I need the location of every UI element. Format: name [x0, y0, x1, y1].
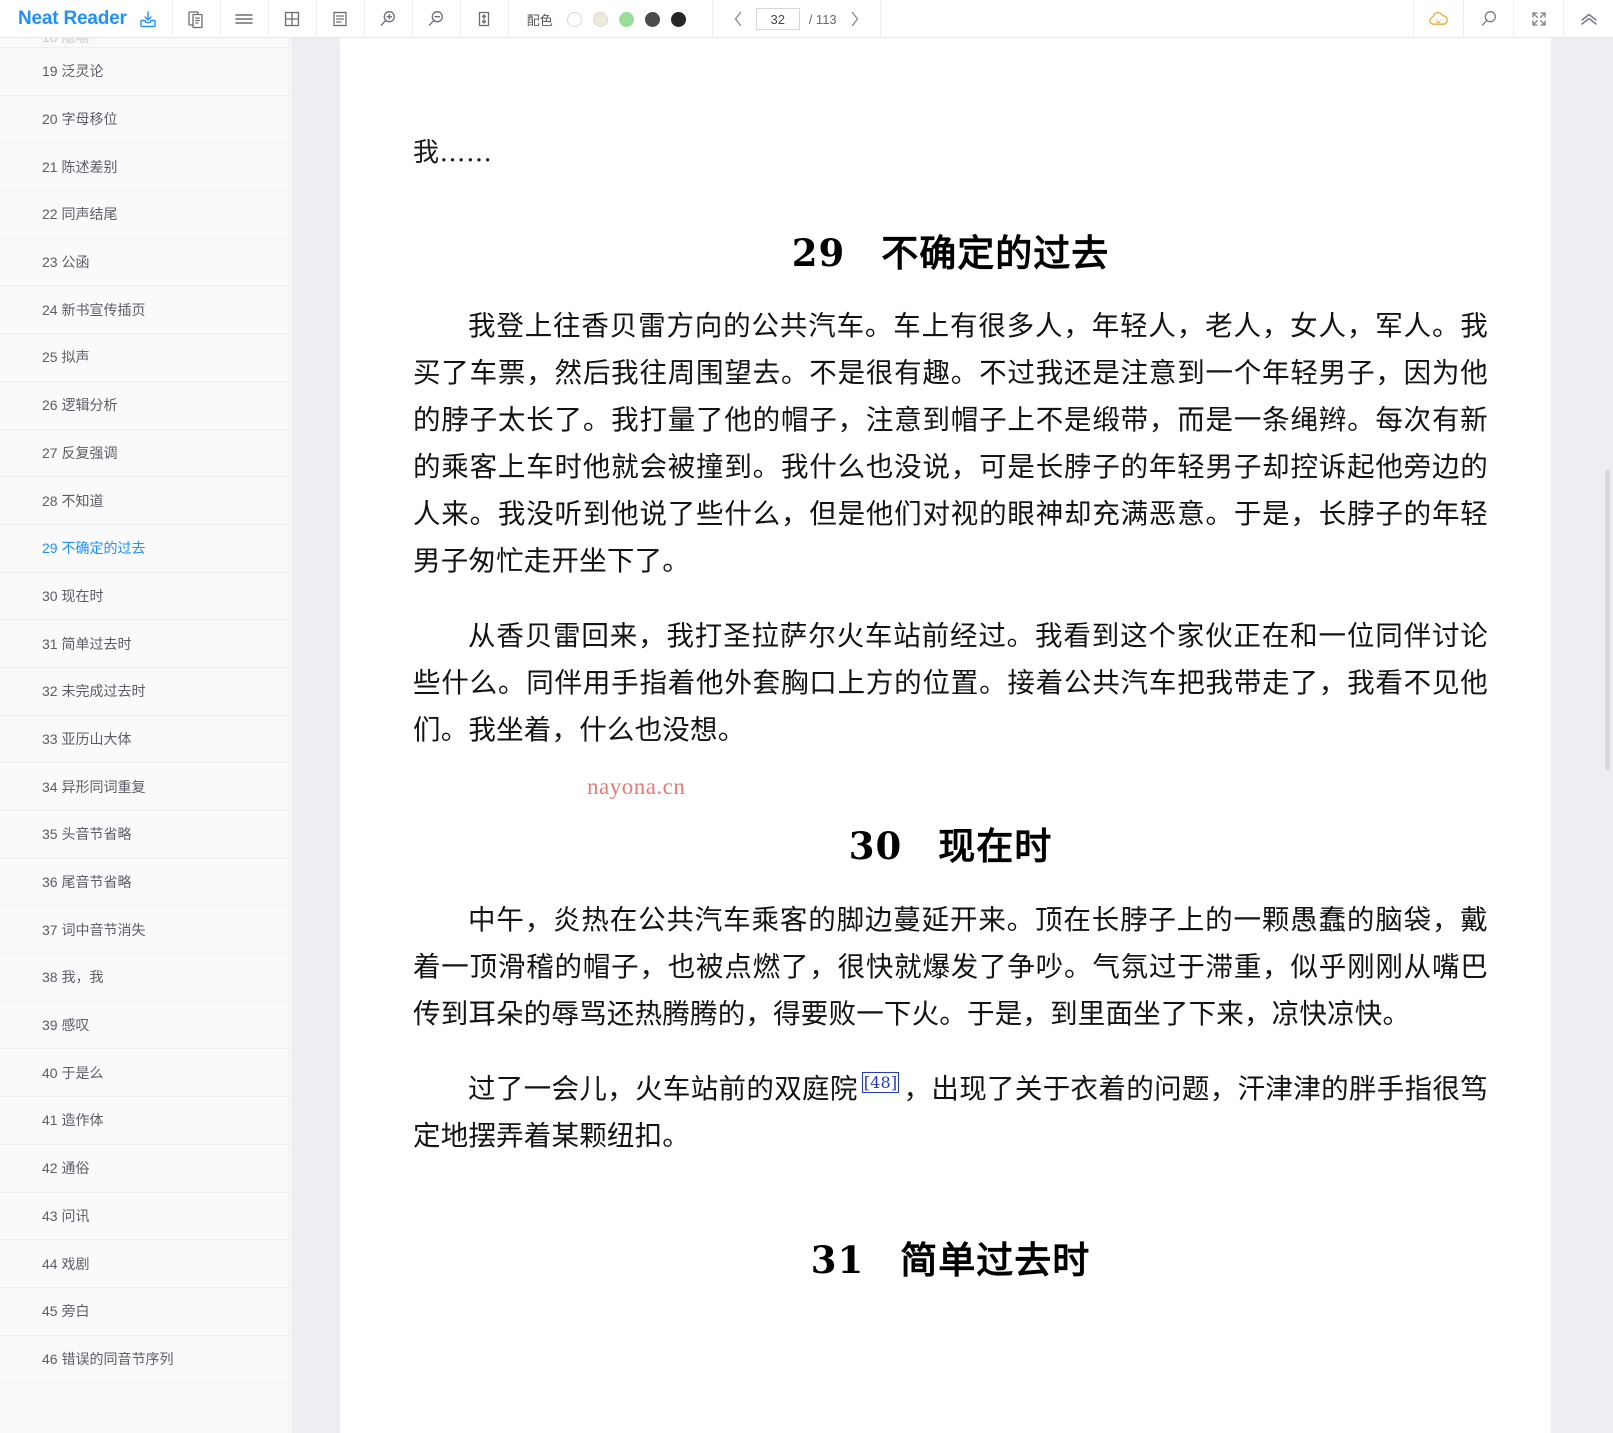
- paragraph-29-1: 我登上往香贝雷方向的公共汽车。车上有很多人，年轻人，老人，女人，军人。我买了车票…: [413, 310, 1488, 578]
- sidebar-item-25[interactable]: 25 拟声: [0, 334, 289, 382]
- toc-list-icon: [233, 9, 255, 29]
- sidebar-item-32[interactable]: 32 未完成过去时: [0, 668, 289, 716]
- collapse-toolbar-button[interactable]: [1563, 0, 1613, 38]
- zoom-in-icon: [377, 8, 399, 30]
- section-number-30: 30: [848, 824, 903, 869]
- color-swatch-sepia[interactable]: [592, 11, 608, 27]
- watermark: nayona.cn: [587, 774, 686, 799]
- sidebar-item-43[interactable]: 43 问讯: [0, 1193, 289, 1241]
- sidebar-item-22[interactable]: 22 同声结尾: [0, 191, 289, 239]
- sidebar-item-33[interactable]: 33 亚历山大体: [0, 716, 289, 764]
- page-content: 我…… 29 不确定的过去 我登上往香贝雷方向的公共汽车。车上有很多人，年轻人，老…: [340, 132, 1551, 1282]
- zoom-in-button[interactable]: [363, 0, 412, 38]
- section-number-29: 29: [791, 231, 846, 275]
- page-navigation: / 113: [711, 0, 881, 38]
- sidebar-item-28[interactable]: 28 不知道: [0, 477, 289, 525]
- zoom-out-button[interactable]: [411, 0, 460, 38]
- toc-list: 19 泛灵论 20 字母移位 21 陈述差别 22 同声结尾 23 公函 24 新书宣传插…: [0, 48, 289, 1384]
- section-title-31: 简单过去时: [900, 1237, 1091, 1282]
- color-swatch-green[interactable]: [618, 11, 634, 27]
- color-scheme-group: 配色: [507, 0, 700, 38]
- sidebar-item-35[interactable]: 35 头音节省略: [0, 811, 289, 859]
- paragraph-30-1: 中午，炎热在公共汽车乘客的脚边蔓延开来。顶在长脖子上的一颗愚蠢的脑袋，戴着一顶滑…: [413, 903, 1488, 1030]
- right-page-gutter: [1551, 38, 1613, 1433]
- footnote-marker-48[interactable]: [48]: [861, 1071, 900, 1093]
- total-pages-label: / 113: [808, 11, 837, 27]
- zoom-out-icon: [425, 8, 447, 30]
- search-icon: [1478, 8, 1500, 30]
- sidebar-item-45[interactable]: 45 旁白: [0, 1288, 289, 1336]
- sidebar-item-21[interactable]: 21 陈述差别: [0, 143, 289, 192]
- sidebar-item-42[interactable]: 42 通俗: [0, 1145, 289, 1193]
- paragraph-30-2-before: 过了一会儿，火车站前的双庭院: [468, 1072, 858, 1105]
- sidebar-item-36[interactable]: 36 尾音节省略: [0, 859, 289, 907]
- sidebar-item-27[interactable]: 27 反复强调: [0, 430, 289, 478]
- line-spacing-button[interactable]: [459, 0, 508, 38]
- single-column-button[interactable]: [315, 0, 364, 38]
- search-button[interactable]: [1463, 0, 1513, 38]
- section-number-31: 31: [810, 1237, 865, 1282]
- duplicate-page-icon-button[interactable]: [171, 0, 220, 38]
- table-of-contents-sidebar[interactable]: 18 隐喻 19 泛灵论20 字母移位21 陈述差别22 同声结尾23 公函24…: [0, 38, 290, 1433]
- sidebar-item-31[interactable]: 31 简单过去时: [0, 620, 289, 668]
- app-title: Neat Reader: [18, 7, 127, 29]
- top-toolbar: Neat Reader 配色 32 / 113: [0, 0, 1613, 38]
- current-page-input[interactable]: [755, 8, 800, 30]
- next-page-button[interactable]: [846, 8, 864, 30]
- cloud-sync-icon: [1427, 8, 1451, 30]
- color-swatch-dark-gray[interactable]: [644, 11, 660, 27]
- sidebar-item-37[interactable]: 37 词中音节消失: [0, 906, 289, 955]
- fragment-line: 我……: [413, 138, 493, 168]
- section-heading-29: 29 不确定的过去: [413, 231, 1488, 275]
- paragraph-30-2: 过了一会儿，火车站前的双庭院 [48] ，出现了关于衣着的问题，汗津津的胖手指很笃定…: [413, 1066, 1488, 1160]
- line-spacing-icon: [474, 9, 494, 29]
- save-to-bookshelf-icon[interactable]: [138, 9, 158, 29]
- previous-page-button[interactable]: [729, 8, 747, 30]
- section-heading-30: 30 现在时: [413, 824, 1488, 868]
- sidebar-item-38[interactable]: 38 我，我: [0, 954, 289, 1002]
- sidebar-item-44[interactable]: 44 戏剧: [0, 1240, 289, 1288]
- sidebar-item-39[interactable]: 39 感叹: [0, 1002, 289, 1050]
- color-scheme-label: 配色: [526, 12, 553, 28]
- sidebar-item-23[interactable]: 23 公函: [0, 239, 289, 287]
- left-page-gutter: [291, 38, 340, 1433]
- grid-layout-button[interactable]: [267, 0, 316, 38]
- reader-page: 我…… 29 不确定的过去 我登上往香贝雷方向的公共汽车。车上有很多人，年轻人，老…: [340, 38, 1551, 1433]
- collapse-chevron-up-icon: [1578, 9, 1600, 29]
- sidebar-item-30[interactable]: 30 现在时: [0, 573, 289, 621]
- sidebar-item-29[interactable]: 29 不确定的过去: [0, 525, 289, 573]
- sidebar-item-20[interactable]: 20 字母移位: [0, 96, 289, 144]
- section-title-29: 不确定的过去: [881, 231, 1110, 275]
- sidebar-item-46[interactable]: 46 错误的同音节序列: [0, 1336, 289, 1384]
- color-swatch-white[interactable]: [566, 11, 582, 27]
- grid-layout-icon: [282, 9, 302, 29]
- brand-area: Neat Reader: [0, 0, 172, 37]
- fullscreen-button[interactable]: [1513, 0, 1563, 38]
- sidebar-item-41[interactable]: 41 造作体: [0, 1097, 289, 1145]
- vertical-scrollbar[interactable]: [1605, 470, 1610, 770]
- section-heading-31: 31 简单过去时: [413, 1238, 1488, 1282]
- paragraph-29-2: 从香贝雷回来，我打圣拉萨尔火车站前经过。我看到这个家伙正在和一位同伴讨论些什么。…: [413, 620, 1488, 747]
- section-title-30: 现在时: [938, 824, 1053, 869]
- sidebar-item-40[interactable]: 40 于是么: [0, 1049, 289, 1098]
- cloud-sync-button[interactable]: [1413, 0, 1463, 38]
- sidebar-item-19[interactable]: 19 泛灵论: [0, 48, 289, 96]
- color-swatch-black[interactable]: [670, 11, 686, 27]
- sidebar-item-26[interactable]: 26 逻辑分析: [0, 382, 289, 430]
- sidebar-item-24[interactable]: 24 新书宣传插页: [0, 286, 289, 335]
- sidebar-item-34[interactable]: 34 异形同词重复: [0, 763, 289, 811]
- toolbar-right-group: [1413, 0, 1613, 38]
- single-column-icon: [330, 9, 350, 29]
- sidebar-item-clipped[interactable]: 18 隐喻: [0, 38, 289, 48]
- toc-list-button[interactable]: [219, 0, 268, 38]
- duplicate-page-icon: [186, 9, 206, 29]
- fullscreen-icon: [1529, 9, 1549, 29]
